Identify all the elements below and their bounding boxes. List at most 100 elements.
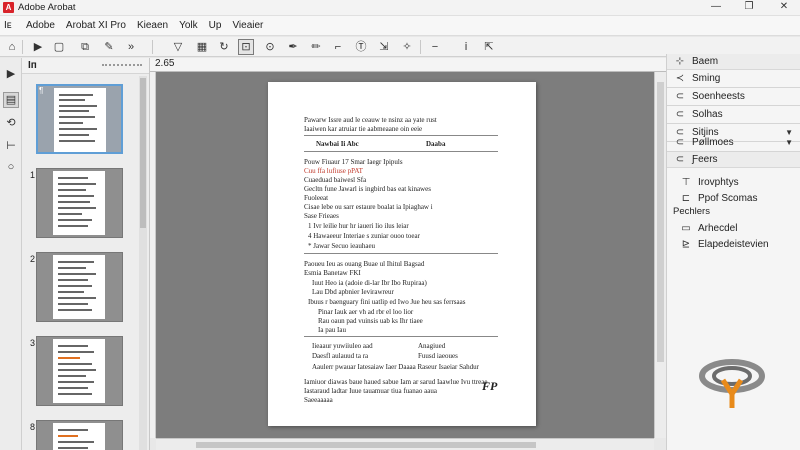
thumbnail-header: Iп [22,58,149,74]
doc-line: Ia pau Iau [318,326,346,334]
document-vertical-scrollbar[interactable] [654,72,666,438]
menu-item-vieaier[interactable]: Vieaier [232,20,263,31]
crop-icon[interactable]: ⌐ [330,39,346,55]
menu-item-yolk[interactable]: Yolk [179,20,198,31]
copy-icon[interactable]: ⧉ [77,39,93,55]
menu-item-adobe[interactable]: Adobe [26,20,55,31]
expand-icon[interactable]: ▶ [3,66,19,82]
panel-subitem-typography[interactable]: ⊤ Irovphtys [675,174,797,190]
doc-line: Nawbai Ii Abc [316,140,359,148]
panel-item-label: Baem [692,56,719,67]
bookmark-icon: ⊹ [675,56,685,67]
thumbnail-preview [53,171,105,235]
tools-icon: ⊂ [675,108,685,120]
thumbnail-preview [53,255,105,319]
search-icon[interactable]: ○ [3,159,19,175]
doc-line: Rau oaun pad vuinsis uab ks Ihr tiaee [318,317,423,325]
thumbnail-panel: Iп ¶ 1 2 3 8 [22,58,150,450]
page-thumbnails-icon[interactable]: ▤ [3,92,19,108]
doc-line: Anagiued [418,342,446,350]
thumbnail-preview [53,339,105,403]
thumbnail-number: 2 [30,254,36,264]
doc-line: Iuut Heo ia (adoie di-lar Ibr Ibo Rupira… [312,279,427,287]
export-icon[interactable]: ⇱ [481,39,497,55]
thumbnail-page-2[interactable] [36,168,123,238]
document-page[interactable]: Pawarw Issre aud le ceauw te nsinz aa ya… [268,82,536,426]
doc-line: Daesfl aulauud ta ra [312,352,369,360]
doc-line: Fuoleeat [304,194,329,202]
play-icon[interactable]: ▶ [30,39,46,55]
document-canvas[interactable]: Pawarw Issre aud le ceauw te nsinz aa ya… [156,72,654,438]
link-icon[interactable]: ⇲ [376,39,392,55]
close-button[interactable]: ✕ [772,0,796,16]
doc-icon: ▭ [681,222,691,234]
thumbnail-options-icon[interactable] [102,64,142,66]
doc-line: Iaaiwen kar atruiar tie aabmeaane oin ee… [304,125,423,133]
doc-line: Pawarw Issre aud le ceauw te nsinz aa ya… [304,116,437,124]
edit-icon: ⊵ [681,238,691,250]
menu-item-up[interactable]: Up [209,20,222,31]
thumbnail-scrollbar[interactable] [139,76,147,450]
brand-logo [699,359,765,408]
thumbnail-page-3[interactable] [36,252,123,322]
doc-line: Iamiuor diawas baue haued sabue Iam ar s… [304,378,488,386]
panel-item-label: Sming [692,72,721,84]
draw-icon[interactable]: ✎ [101,39,117,55]
panel-subitem-frames[interactable]: ⊏ Ppof Scomas [675,190,797,206]
stop-icon[interactable]: ▢ [51,39,67,55]
menu-item-kieaen[interactable]: Kieaen [137,20,168,31]
doc-line: 4 Hawaeeur Interiae s zuniar ouoo toear [308,232,420,240]
panel-item-sign[interactable]: ≺ Sming [667,70,800,86]
panel-item-protection[interactable]: ⊂ Pøllmoes ▼ [667,134,800,150]
panel-subitem-edit[interactable]: ⊵ Elapedeistevien [675,236,797,252]
chevrons-icon[interactable]: » [123,39,139,55]
panel-item-label: Ƒeers [692,154,718,165]
doc-line: Ibuus r baenguary fini uatlip ed Iwo Jue… [308,298,466,306]
pencil-icon[interactable]: ✏ [308,39,324,55]
thumbnail-page-5[interactable] [36,420,123,450]
menu-item-acrobat[interactable]: Arobat XI Pro [66,20,126,31]
panel-subitem-label: Arhecdel [698,222,738,234]
thumbnail-page-1[interactable]: ¶ [36,84,123,154]
frame-icon: ⊏ [681,192,691,204]
doc-line: Pinar Iauk aer vh ad rbr el loo lior [318,308,414,316]
sign-icon: ≺ [675,72,685,84]
panel-item-tools[interactable]: ⊂ Solhas [667,106,800,122]
minimize-button[interactable]: — [704,0,728,16]
panel-item-bookmarks[interactable]: ⊹ Baem [667,54,800,70]
page-indicator: 2.65 [155,58,175,69]
dash-icon[interactable]: − [427,39,443,55]
tool-rail: ▶ ▤ ⟲ ⊢ ○ [0,58,22,450]
forms-icon: ⊂ [675,154,685,165]
lasso-icon[interactable]: ⊙ [262,39,278,55]
home-icon[interactable]: ⌂ [4,39,20,55]
panel-item-comments[interactable]: ⊂ Soenheests [667,88,800,104]
grid-icon[interactable]: ▦ [194,39,210,55]
text-cursor-icon[interactable]: ⅰ [458,39,474,55]
thumbnail-number: 3 [30,338,36,348]
layers-icon[interactable]: ⊢ [3,138,19,154]
doc-line: Cisae lebe ou sarr estaure boalat ia Ipi… [304,203,433,211]
panel-item-forms[interactable]: ⊂ Ƒeers [667,152,800,168]
doc-line: 1 Ivr leilie hur hr iaueri lio ilus leia… [308,222,409,230]
panel-item-label: Solhas [692,108,723,120]
attachment-icon[interactable]: ⟲ [3,115,19,131]
panel-subitem-attached[interactable]: ▭ Arhecdel [675,220,797,236]
menu-app-icon[interactable]: Ιᴇ [4,20,18,31]
panel-subitem-label: Irovphtys [698,176,739,188]
doc-line: Fuusd iaeoues [418,352,458,360]
acrobat-icon: A [3,2,14,13]
document-horizontal-scrollbar[interactable] [156,438,654,450]
maximize-button[interactable]: ❐ [737,0,761,16]
pen-icon[interactable]: ✒ [285,39,301,55]
text-tool-icon[interactable]: Ⓣ [353,39,369,55]
panel-item-label: Pøllmoes [692,136,734,148]
rotate-icon[interactable]: ↻ [216,39,232,55]
doc-line: Saeeaaaaa [304,396,333,404]
thumbnail-page-4[interactable] [36,336,123,406]
panel-item-label: Soenheests [692,90,745,102]
wand-icon[interactable]: ✧ [399,39,415,55]
select-icon[interactable]: ⊡ [238,39,254,55]
menu-bar: Ιᴇ Adobe Arobat XI Pro Kieaen Yolk Up Vi… [0,16,800,36]
triangle-icon[interactable]: ▽ [170,39,186,55]
